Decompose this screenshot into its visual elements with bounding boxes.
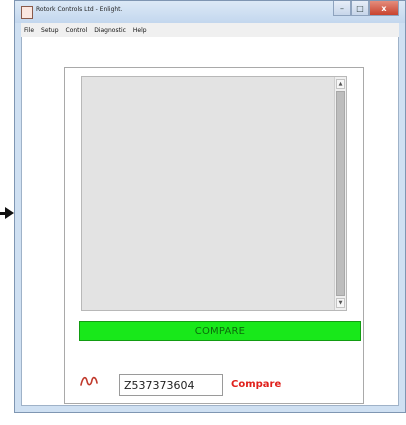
vertical-scrollbar[interactable]: ▲ ▼ bbox=[334, 77, 346, 310]
title-bar[interactable]: Rotork Controls Ltd - Enlight. – □ x bbox=[15, 1, 405, 23]
menu-help[interactable]: Help bbox=[133, 27, 147, 34]
client-area: ▲ ▼ COMPARE Compare bbox=[21, 37, 399, 406]
compare-panel: ▲ ▼ COMPARE Compare bbox=[64, 67, 364, 404]
menu-setup[interactable]: Setup bbox=[41, 27, 58, 34]
app-window: Rotork Controls Ltd - Enlight. – □ x Fil… bbox=[14, 0, 406, 413]
window-controls: – □ x bbox=[333, 1, 399, 17]
serial-number-input[interactable] bbox=[119, 374, 223, 396]
window-title: Rotork Controls Ltd - Enlight. bbox=[36, 6, 123, 13]
menu-diagnostic[interactable]: Diagnostic bbox=[94, 27, 126, 34]
compare-link[interactable]: Compare bbox=[231, 379, 281, 390]
scroll-down-icon[interactable]: ▼ bbox=[336, 298, 345, 308]
menu-bar: File Setup Control Diagnostic Help bbox=[21, 23, 399, 38]
close-button[interactable]: x bbox=[369, 1, 399, 16]
signal-wave-icon bbox=[80, 376, 98, 386]
scroll-up-icon[interactable]: ▲ bbox=[336, 79, 345, 89]
app-icon bbox=[21, 6, 33, 19]
menu-file[interactable]: File bbox=[24, 27, 34, 34]
maximize-icon[interactable]: □ bbox=[351, 1, 369, 16]
scroll-thumb[interactable] bbox=[336, 91, 345, 296]
close-icon: x bbox=[381, 3, 387, 13]
output-textarea[interactable]: ▲ ▼ bbox=[81, 76, 347, 311]
compare-bar-button[interactable]: COMPARE bbox=[79, 321, 361, 341]
menu-control[interactable]: Control bbox=[66, 27, 88, 34]
pointer-arrow-icon bbox=[5, 207, 14, 219]
minimize-icon[interactable]: – bbox=[333, 1, 351, 16]
